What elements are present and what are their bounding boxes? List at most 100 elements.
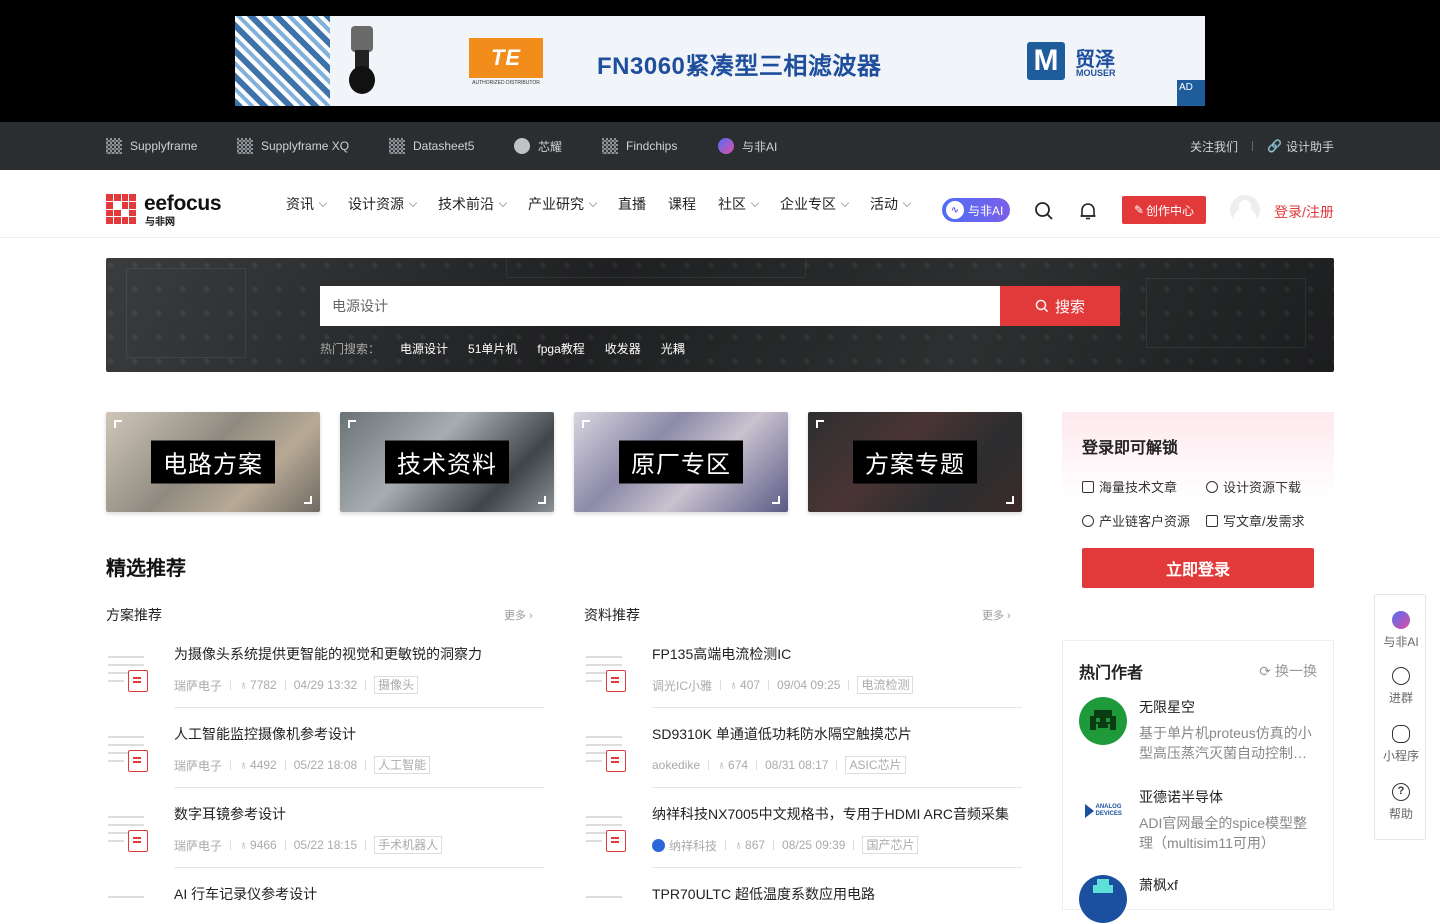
search-input[interactable]: 电源设计 <box>320 286 1000 326</box>
ad-badge[interactable]: AD <box>1177 80 1205 106</box>
nav-enterprise[interactable]: 企业专区 <box>780 194 850 214</box>
list-item[interactable]: SD9310K 单通道低功耗防水隔空触摸芯片 aokedike ♁ 674 08/… <box>584 724 1022 804</box>
divider <box>652 867 1022 868</box>
article-title[interactable]: AI 行车记录仪参考设计 <box>174 884 317 900</box>
nav-industry-research[interactable]: 产业研究 <box>528 194 598 214</box>
findchips-icon <box>602 138 618 154</box>
author-name[interactable]: 萧枫xf <box>1139 875 1178 895</box>
list-item[interactable]: 为摄像头系统提供更智能的视觉和更敏锐的洞察力 瑞萨电子 ♁ 7782 04/29 … <box>106 644 544 724</box>
login-register-link[interactable]: 登录/注册 <box>1274 202 1334 222</box>
tag-badge[interactable]: 电流检测 <box>857 676 914 694</box>
author-article[interactable]: ADI官网最全的spice模型整理（multisim11可用） <box>1139 813 1319 853</box>
float-mini-program-button[interactable]: 小程序 <box>1375 725 1427 764</box>
logo-subtitle: 与非网 <box>145 217 175 228</box>
main-header: eefocus 与非网 资讯 设计资源 技术前沿 产业研究 直播 课程 社区 企… <box>0 170 1440 238</box>
list-item[interactable]: 数字耳镜参考设计 瑞萨电子 ♁ 9466 05/22 18:15 手术机器人 <box>106 804 544 884</box>
tile-vendor-zone[interactable]: 原厂专区 <box>574 412 788 512</box>
nav-news[interactable]: 资讯 <box>286 194 328 214</box>
article-title[interactable]: 纳祥科技NX7005中文规格书，专用于HDMI ARC音频采集 <box>652 804 1009 824</box>
nav-events[interactable]: 活动 <box>870 194 912 214</box>
document-icon <box>584 812 632 858</box>
tile-tech-docs[interactable]: 技术资料 <box>340 412 554 512</box>
card-title: 登录即可解锁 <box>1082 440 1179 457</box>
list-item[interactable]: TPR70ULTC 超低温度系数应用电路 <box>584 884 1022 900</box>
topnav-yufei-ai[interactable]: 与非AI <box>718 122 777 170</box>
chevron-down-icon <box>902 198 912 207</box>
article-title[interactable]: SD9310K 单通道低功耗防水隔空触摸芯片 <box>652 724 912 744</box>
nav-tech-frontier[interactable]: 技术前沿 <box>438 194 508 214</box>
nav-courses[interactable]: 课程 <box>668 194 696 214</box>
float-help-button[interactable]: ? 帮助 <box>1375 783 1427 822</box>
float-ai-button[interactable]: 与非AI <box>1375 611 1427 650</box>
refresh-button[interactable]: ⟳ 换一换 <box>1259 661 1317 681</box>
ad-banner[interactable]: TE AUTHORIZED DISTRIBUTOR FN3060紧凑型三相滤波器… <box>235 16 1205 106</box>
topnav-supplyframe-xq[interactable]: Supplyframe XQ <box>237 122 349 170</box>
ai-icon <box>1392 611 1410 629</box>
bell-icon[interactable] <box>1078 201 1098 221</box>
hot-search-keyword[interactable]: fpga教程 <box>537 340 584 357</box>
views-icon: ♁ <box>239 678 249 692</box>
tile-solution-topics[interactable]: 方案专题 <box>808 412 1022 512</box>
author-name[interactable]: 亚德诺半导体 <box>1139 787 1223 807</box>
avatar[interactable] <box>1230 195 1260 225</box>
divider <box>174 707 544 708</box>
tag-badge[interactable]: 国产芯片 <box>862 836 919 854</box>
te-logo: TE <box>469 38 543 78</box>
tile-circuit-solutions[interactable]: 电路方案 <box>106 412 320 512</box>
list-item[interactable]: 纳祥科技NX7005中文规格书，专用于HDMI ARC音频采集 纳祥科技 ♁ 86… <box>584 804 1022 884</box>
login-now-button[interactable]: 立即登录 <box>1082 548 1314 588</box>
pixel-invader-icon <box>1090 710 1116 730</box>
ai-pill-button[interactable]: ∿ 与非AI <box>942 198 1010 222</box>
nav-live[interactable]: 直播 <box>618 194 646 214</box>
hot-search-keyword[interactable]: 51单片机 <box>468 340 517 357</box>
more-link[interactable]: 更多 › <box>982 607 1011 623</box>
ai-icon: ∿ <box>946 201 964 219</box>
list-item[interactable]: FP135高端电流检测IC 调光IC小雅 ♁ 407 09/04 09:25 电流… <box>584 644 1022 724</box>
list-item[interactable]: 人工智能监控摄像机参考设计 瑞萨电子 ♁ 4492 05/22 18:08 人工智… <box>106 724 544 804</box>
feature-downloads: 设计资源下载 <box>1206 477 1301 496</box>
tag-badge[interactable]: ASIC芯片 <box>845 756 906 774</box>
article-meta: 瑞萨电子 ♁ 7782 04/29 13:32 摄像头 <box>174 676 419 694</box>
topnav-findchips[interactable]: Findchips <box>602 122 677 170</box>
design-assistant-link[interactable]: 🔗 设计助手 <box>1267 138 1334 155</box>
eefocus-logo-icon[interactable] <box>106 194 136 224</box>
tag-badge[interactable]: 手术机器人 <box>374 836 443 854</box>
nav-community[interactable]: 社区 <box>718 194 760 214</box>
follow-us-link[interactable]: 关注我们 <box>1190 138 1238 155</box>
feature-write: 写文章/发需求 <box>1206 511 1305 530</box>
search-button[interactable]: 搜索 <box>1000 286 1120 326</box>
document-icon <box>584 652 632 698</box>
book-icon <box>1082 480 1094 493</box>
create-center-button[interactable]: ✎ 创作中心 <box>1122 196 1206 224</box>
article-title[interactable]: 人工智能监控摄像机参考设计 <box>174 724 356 744</box>
ai-icon <box>718 138 734 154</box>
chevron-down-icon <box>750 198 760 207</box>
article-title[interactable]: FP135高端电流检测IC <box>652 644 791 664</box>
more-link[interactable]: 更多 › <box>504 607 533 623</box>
tag-badge[interactable]: 摄像头 <box>374 676 419 694</box>
topnav-xinyao[interactable]: 芯耀 <box>514 122 562 170</box>
hot-search-keyword[interactable]: 收发器 <box>605 340 641 357</box>
hot-searches: 热门搜索： 电源设计 51单片机 fpga教程 收发器 光耦 <box>320 340 685 357</box>
author-avatar[interactable] <box>1079 875 1127 923</box>
article-title[interactable]: 为摄像头系统提供更智能的视觉和更敏锐的洞察力 <box>174 644 482 664</box>
article-title[interactable]: 数字耳镜参考设计 <box>174 804 286 824</box>
topnav-supplyframe[interactable]: Supplyframe <box>106 122 197 170</box>
author-article[interactable]: 基于单片机proteus仿真的小型高压蒸汽灭菌自动控制… <box>1139 723 1319 763</box>
nav-design-resources[interactable]: 设计资源 <box>348 194 418 214</box>
hot-search-keyword[interactable]: 电源设计 <box>400 340 448 357</box>
divider <box>652 787 1022 788</box>
author-avatar[interactable]: ANALOG DEVICES <box>1079 787 1127 835</box>
article-title[interactable]: TPR70ULTC 超低温度系数应用电路 <box>652 884 875 900</box>
author-name[interactable]: 无限星空 <box>1139 697 1195 717</box>
author-avatar[interactable] <box>1079 697 1127 745</box>
hot-search-keyword[interactable]: 光耦 <box>661 340 685 357</box>
article-meta: aokedike ♁ 674 08/31 08:17 ASIC芯片 <box>652 756 906 774</box>
views-icon: ♁ <box>239 838 249 852</box>
tag-badge[interactable]: 人工智能 <box>374 756 431 774</box>
topnav-datasheet5[interactable]: Datasheet5 <box>389 122 474 170</box>
te-logo-sub: AUTHORIZED DISTRIBUTOR <box>472 80 540 86</box>
float-join-group-button[interactable]: 进群 <box>1375 667 1427 706</box>
list-item[interactable]: AI 行车记录仪参考设计 <box>106 884 544 900</box>
search-icon[interactable] <box>1034 201 1054 221</box>
